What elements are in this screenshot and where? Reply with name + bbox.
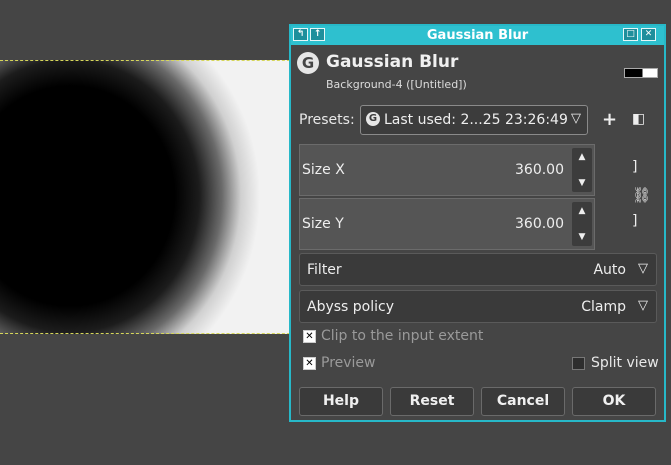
size-x-spinbutton[interactable]: Size X 360.00 ▲ ▼ (299, 144, 595, 196)
maximize-icon[interactable]: □ (623, 28, 638, 41)
size-y-spinbutton[interactable]: Size Y 360.00 ▲ ▼ (299, 198, 595, 250)
ok-button[interactable]: OK (572, 387, 656, 416)
dialog-titlebar[interactable]: ↰ ↑ Gaussian Blur □ ✕ (291, 26, 664, 45)
gimp-logo-icon: G (297, 52, 319, 74)
size-y-label: Size Y (302, 216, 344, 232)
layer-preview-thumbnail (624, 68, 658, 78)
manage-presets-icon[interactable]: ◧ (632, 111, 645, 127)
preview-checkbox[interactable]: ✕ (303, 357, 316, 370)
spin-up-icon[interactable]: ▲ (572, 206, 592, 216)
chain-bracket-top: ] (632, 159, 638, 175)
size-x-stepper[interactable]: ▲ ▼ (572, 148, 592, 192)
size-x-label: Size X (302, 162, 345, 178)
gaussian-blur-dialog: ↰ ↑ Gaussian Blur □ ✕ G Gaussian Blur Ba… (289, 24, 666, 422)
chevron-down-icon: ▽ (638, 261, 648, 276)
abyss-policy-dropdown[interactable]: Abyss policy Clamp ▽ (299, 290, 657, 323)
chain-bracket-bottom: ] (632, 213, 638, 229)
gimp-logo-icon: G (366, 112, 380, 126)
presets-dropdown[interactable]: G Last used: 2...25 23:26:49 ▽ (360, 105, 588, 135)
clip-extent-label: Clip to the input extent (321, 328, 484, 344)
chevron-down-icon: ▽ (638, 298, 648, 313)
spin-down-icon[interactable]: ▼ (572, 232, 592, 242)
image-canvas[interactable] (0, 60, 300, 334)
reset-button[interactable]: Reset (390, 387, 474, 416)
chevron-down-icon: ▽ (571, 111, 581, 126)
filter-label: Filter (307, 262, 342, 278)
preview-label: Preview (321, 355, 376, 371)
cancel-button[interactable]: Cancel (481, 387, 565, 416)
dialog-header-subtitle: Background-4 ([Untitled]) (326, 78, 467, 91)
presets-dropdown-value: Last used: 2...25 23:26:49 (384, 112, 568, 128)
size-y-value[interactable]: 360.00 (515, 216, 564, 232)
filter-dropdown[interactable]: Filter Auto ▽ (299, 253, 657, 286)
split-view-label: Split view (591, 355, 659, 371)
help-button[interactable]: Help (299, 387, 383, 416)
size-x-value[interactable]: 360.00 (515, 162, 564, 178)
spin-up-icon[interactable]: ▲ (572, 152, 592, 162)
chain-link-icon[interactable]: ⛓ (632, 186, 651, 204)
split-view-checkbox[interactable] (572, 357, 585, 370)
filter-value: Auto (593, 262, 626, 278)
dialog-header-title: Gaussian Blur (326, 52, 459, 72)
close-icon[interactable]: ✕ (641, 28, 656, 41)
add-preset-button[interactable]: + (602, 109, 617, 130)
clip-extent-checkbox[interactable]: ✕ (303, 330, 316, 343)
size-y-stepper[interactable]: ▲ ▼ (572, 202, 592, 246)
abyss-policy-value: Clamp (581, 299, 626, 315)
abyss-policy-label: Abyss policy (307, 299, 395, 315)
spin-down-icon[interactable]: ▼ (572, 178, 592, 188)
presets-label: Presets: (299, 112, 355, 128)
window-title: Gaussian Blur (426, 28, 529, 43)
